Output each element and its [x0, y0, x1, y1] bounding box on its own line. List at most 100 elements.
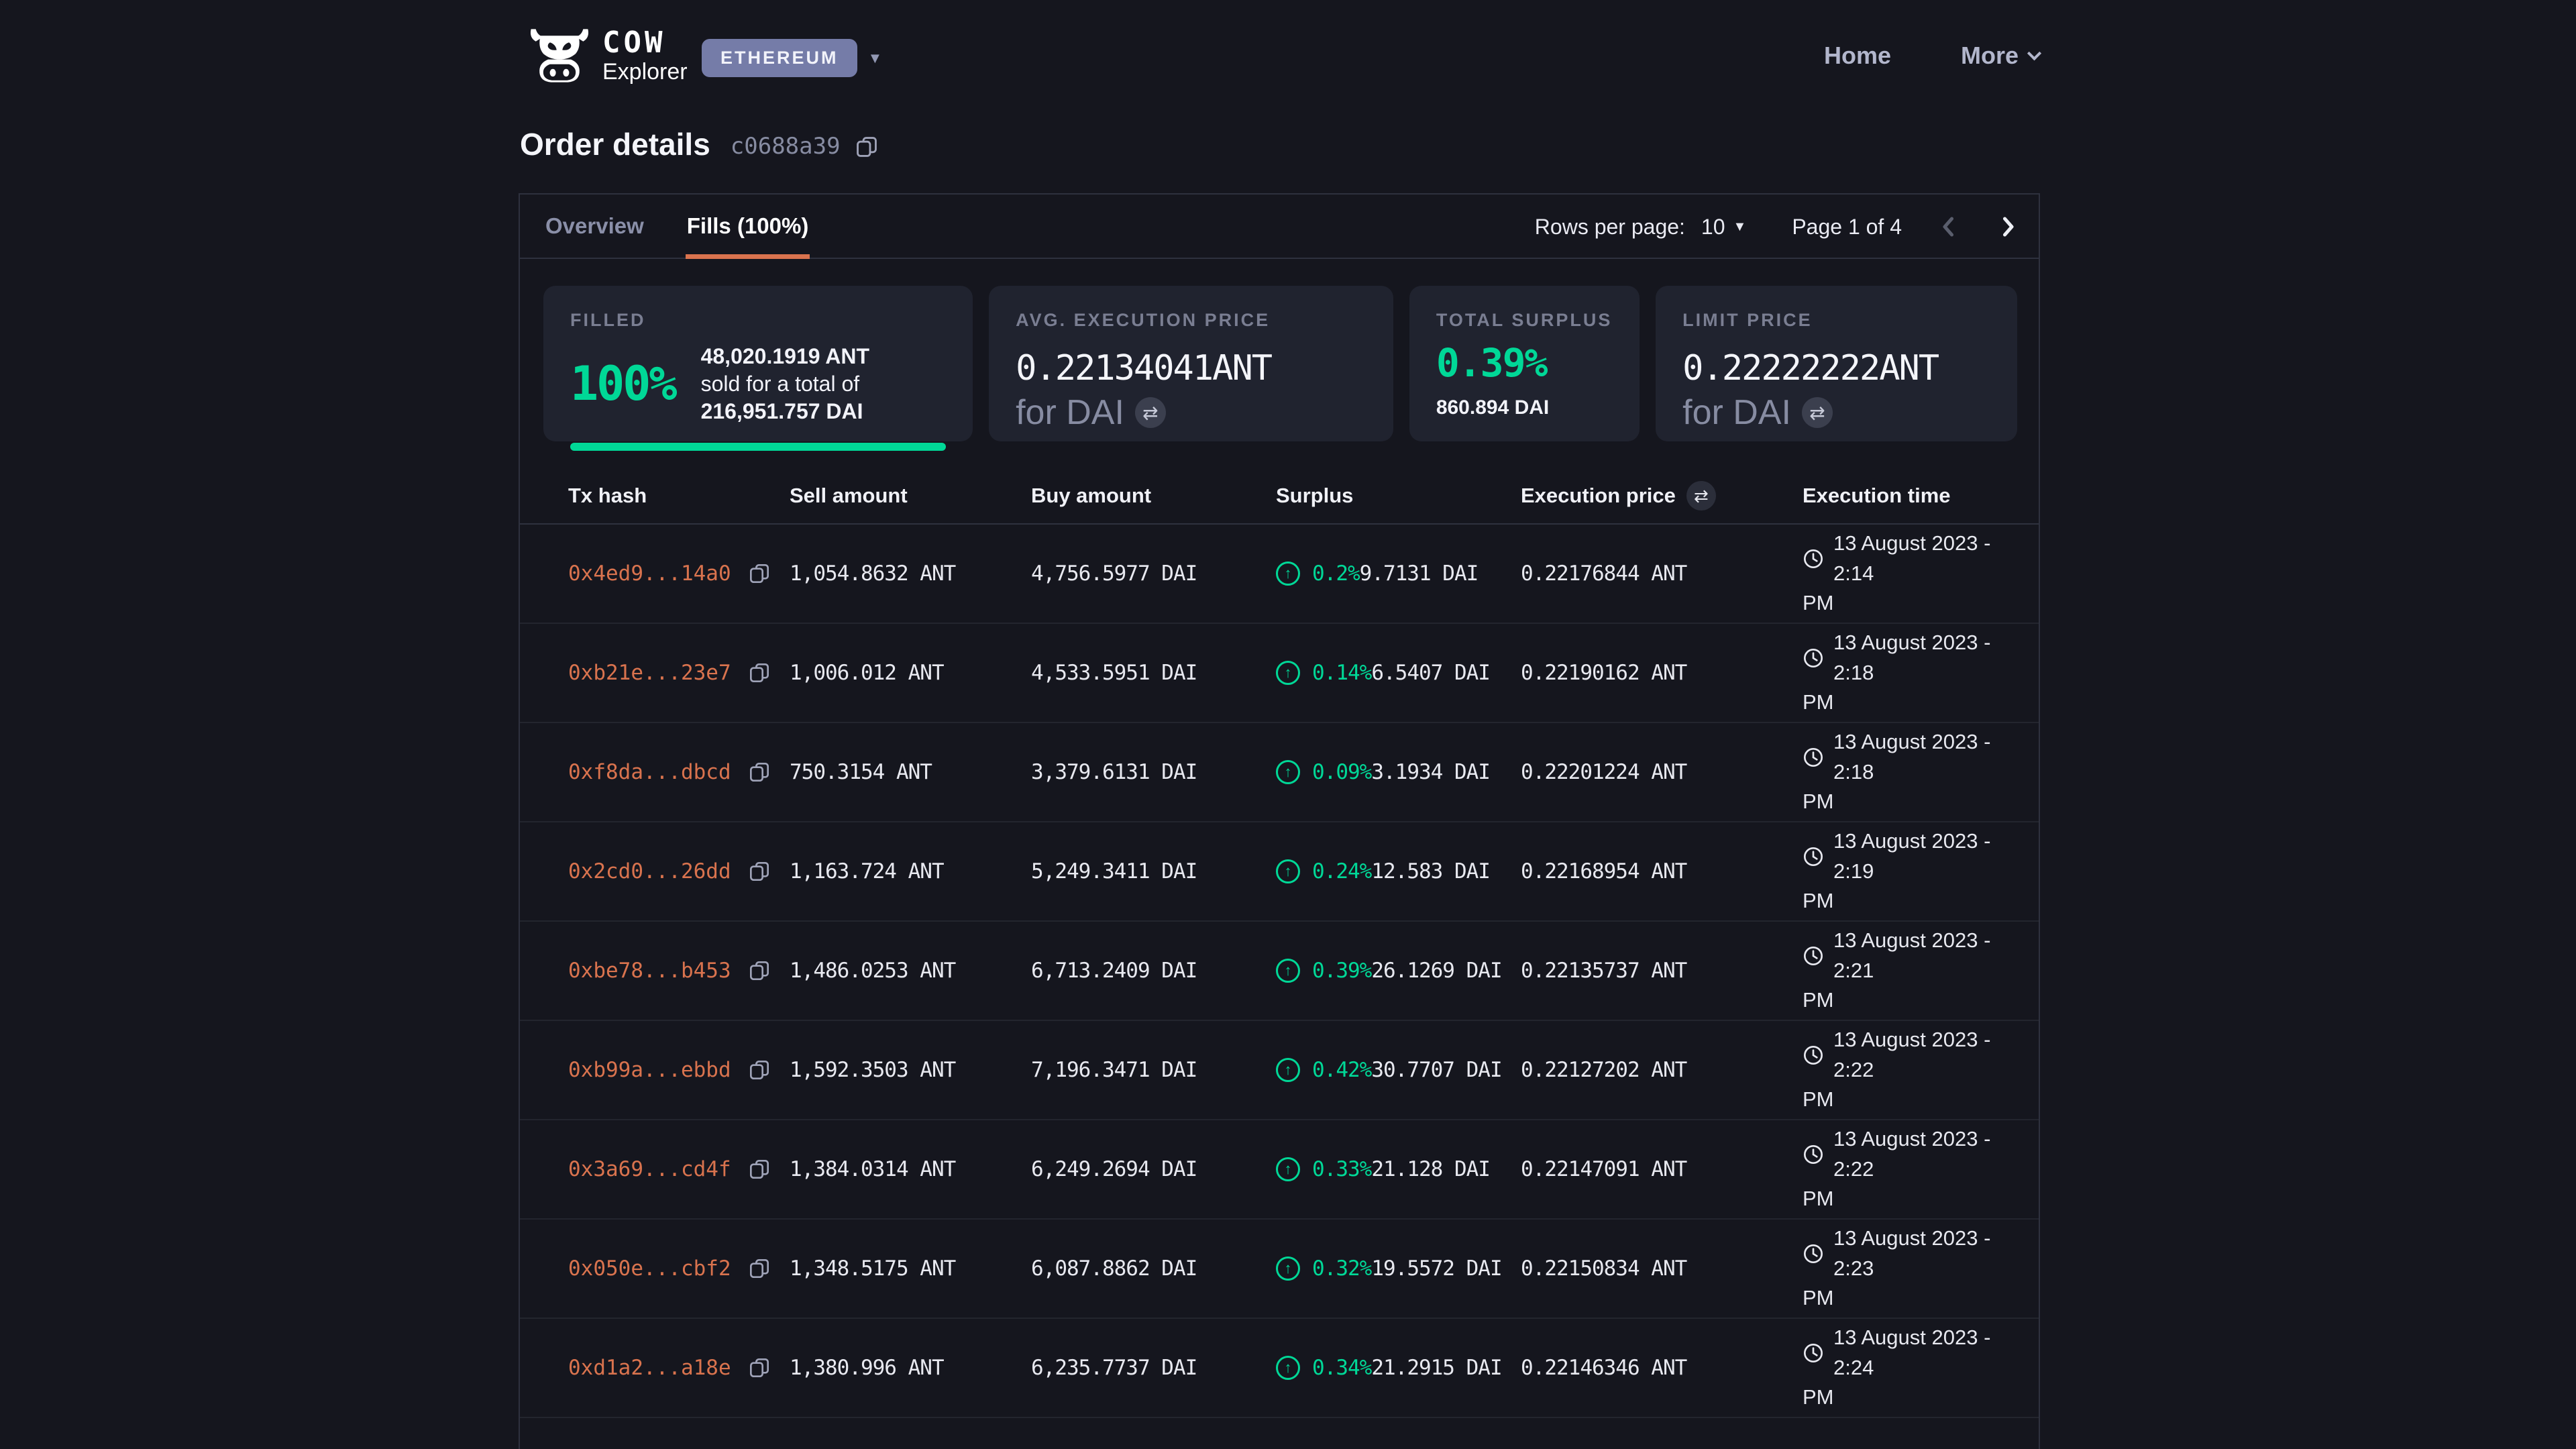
- tx-hash-link[interactable]: 0x2cd0...26dd: [568, 859, 731, 883]
- buy-amount: 4,533.5951 DAI: [1031, 661, 1276, 685]
- filled-percent: 100%: [570, 356, 676, 411]
- table-row: 0xb21e...23e7 1,006.012 ANT 4,533.5951 D…: [520, 624, 2039, 723]
- invert-price-button[interactable]: ⇄: [1135, 397, 1166, 428]
- surplus-up-arrow-icon: ↑: [1276, 959, 1300, 983]
- surplus-cell: ↑ 0.34% 21.2915 DAI: [1276, 1356, 1521, 1380]
- execution-time: 13 August 2023 - 2:18 PM: [1803, 628, 2019, 718]
- previous-page-button[interactable]: [1937, 215, 1961, 239]
- copy-icon: [749, 1059, 770, 1081]
- col-surplus: Surplus: [1276, 484, 1521, 508]
- copy-tx-hash-button[interactable]: [749, 861, 770, 882]
- total-surplus-percent: 0.39%: [1436, 340, 1613, 386]
- page-title: Order details: [520, 126, 710, 162]
- limit-price-card: LIMIT PRICE 0.22222222ANT for DAI ⇄: [1656, 286, 2017, 441]
- tx-hash-link[interactable]: 0xd1a2...a18e: [568, 1356, 731, 1380]
- total-surplus-amount: 860.894 DAI: [1436, 396, 1613, 419]
- execution-time-line1: 13 August 2023 - 2:21: [1833, 926, 2019, 986]
- execution-time-line2: PM: [1803, 1383, 2019, 1413]
- filled-label: FILLED: [570, 310, 946, 331]
- surplus-up-arrow-icon: ↑: [1276, 1256, 1300, 1281]
- network-badge[interactable]: ETHEREUM: [702, 39, 857, 77]
- surplus-amount: 6.5407 DAI: [1371, 661, 1490, 685]
- network-selector[interactable]: ETHEREUM ▼: [702, 39, 882, 77]
- buy-amount: 4,756.5977 DAI: [1031, 561, 1276, 586]
- execution-price: 0.22135737 ANT: [1521, 959, 1803, 983]
- filled-sold-total: sold for a total of 216,951.757 DAI: [701, 370, 947, 425]
- execution-time-line2: PM: [1803, 1085, 2019, 1115]
- copy-tx-hash-button[interactable]: [749, 1258, 770, 1279]
- tab-fills[interactable]: Fills (100%): [686, 195, 810, 258]
- execution-time-line2: PM: [1803, 787, 2019, 817]
- nav-home-link[interactable]: Home: [1824, 42, 1891, 70]
- nav-more-link[interactable]: More: [1961, 42, 2039, 70]
- rows-per-page-label: Rows per page:: [1535, 215, 1685, 239]
- copy-tx-hash-button[interactable]: [749, 662, 770, 684]
- copy-tx-hash-button[interactable]: [749, 1059, 770, 1081]
- rows-per-page-select[interactable]: 10 ▼: [1701, 215, 1746, 239]
- surplus-up-arrow-icon: ↑: [1276, 859, 1300, 883]
- buy-amount: 7,196.3471 DAI: [1031, 1058, 1276, 1082]
- total-surplus-label: TOTAL SURPLUS: [1436, 310, 1613, 331]
- execution-time: 13 August 2023 - 2:19 PM: [1803, 826, 2019, 917]
- chevron-right-icon: [1996, 215, 2020, 239]
- tx-hash-link[interactable]: 0x4ed9...14a0: [568, 561, 731, 586]
- surplus-cell: ↑ 0.42% 30.7707 DAI: [1276, 1058, 1521, 1082]
- invert-price-button[interactable]: ⇄: [1802, 397, 1833, 428]
- execution-time: 13 August 2023 - 2:18 PM: [1803, 727, 2019, 818]
- copy-tx-hash-button[interactable]: [749, 761, 770, 783]
- surplus-up-arrow-icon: ↑: [1276, 561, 1300, 586]
- execution-time-line2: PM: [1803, 1283, 2019, 1313]
- surplus-percent: 0.2%: [1312, 561, 1360, 586]
- surplus-cell: ↑ 0.39% 26.1269 DAI: [1276, 959, 1521, 983]
- table-row: 0x3a69...cd4f 1,384.0314 ANT 6,249.2694 …: [520, 1120, 2039, 1220]
- execution-time: 13 August 2023 - 2:22 PM: [1803, 1124, 2019, 1215]
- execution-time-line1: 13 August 2023 - 2:18: [1833, 628, 2019, 688]
- execution-time: 13 August 2023 - 2:23 PM: [1803, 1224, 2019, 1314]
- surplus-amount: 30.7707 DAI: [1371, 1058, 1501, 1082]
- surplus-amount: 21.128 DAI: [1371, 1157, 1490, 1181]
- execution-time-line1: 13 August 2023 - 2:19: [1833, 826, 2019, 887]
- tx-hash-link[interactable]: 0x050e...cbf2: [568, 1256, 731, 1281]
- surplus-cell: ↑ 0.32% 19.5572 DAI: [1276, 1256, 1521, 1281]
- chevron-down-icon: [2027, 46, 2041, 60]
- copy-tx-hash-button[interactable]: [749, 1357, 770, 1379]
- buy-amount: 6,087.8862 DAI: [1031, 1256, 1276, 1281]
- clock-icon: [1803, 548, 1824, 570]
- execution-time-line2: PM: [1803, 1184, 2019, 1214]
- copy-tx-hash-button[interactable]: [749, 563, 770, 584]
- copy-tx-hash-button[interactable]: [749, 1159, 770, 1180]
- next-page-button[interactable]: [1996, 215, 2020, 239]
- table-row: 0xb99a...ebbd 1,592.3503 ANT 7,196.3471 …: [520, 1021, 2039, 1120]
- tx-hash-link[interactable]: 0xf8da...dbcd: [568, 760, 731, 784]
- surplus-percent: 0.39%: [1312, 959, 1371, 983]
- tx-hash-link[interactable]: 0xb99a...ebbd: [568, 1058, 731, 1082]
- execution-time-line1: 13 August 2023 - 2:22: [1833, 1025, 2019, 1085]
- execution-time-line1: 13 August 2023 - 2:24: [1833, 1323, 2019, 1383]
- buy-amount: 6,713.2409 DAI: [1031, 959, 1276, 983]
- execution-time: 13 August 2023 - 2:14 PM: [1803, 529, 2019, 619]
- cow-explorer-logo[interactable]: COW Explorer: [529, 28, 688, 83]
- surplus-up-arrow-icon: ↑: [1276, 760, 1300, 784]
- surplus-cell: ↑ 0.24% 12.583 DAI: [1276, 859, 1521, 883]
- tx-hash-link[interactable]: 0xb21e...23e7: [568, 661, 731, 685]
- tx-hash-link[interactable]: 0xbe78...b453: [568, 959, 731, 983]
- sell-amount: 1,163.724 ANT: [790, 859, 1031, 883]
- clock-icon: [1803, 747, 1824, 768]
- surplus-amount: 19.5572 DAI: [1371, 1256, 1501, 1281]
- table-body: 0x4ed9...14a0 1,054.8632 ANT 4,756.5977 …: [520, 525, 2039, 1418]
- execution-price: 0.22147091 ANT: [1521, 1157, 1803, 1181]
- invert-execution-price-button[interactable]: ⇄: [1686, 481, 1716, 511]
- avg-execution-price-card: AVG. EXECUTION PRICE 0.22134041ANT for D…: [989, 286, 1393, 441]
- main-nav: Home More: [1824, 0, 2039, 111]
- col-tx-hash: Tx hash: [568, 484, 790, 508]
- tab-bar: Overview Fills (100%) Rows per page: 10 …: [520, 195, 2039, 259]
- limit-price-value: 0.22222222ANT: [1682, 348, 1990, 388]
- copy-tx-hash-button[interactable]: [749, 960, 770, 981]
- copy-order-id-button[interactable]: [855, 136, 878, 158]
- copy-icon: [855, 136, 878, 158]
- clock-icon: [1803, 1044, 1824, 1066]
- table-row: 0x050e...cbf2 1,348.5175 ANT 6,087.8862 …: [520, 1220, 2039, 1319]
- tx-hash-link[interactable]: 0x3a69...cd4f: [568, 1157, 731, 1181]
- tab-overview[interactable]: Overview: [544, 195, 645, 258]
- surplus-cell: ↑ 0.33% 21.128 DAI: [1276, 1157, 1521, 1181]
